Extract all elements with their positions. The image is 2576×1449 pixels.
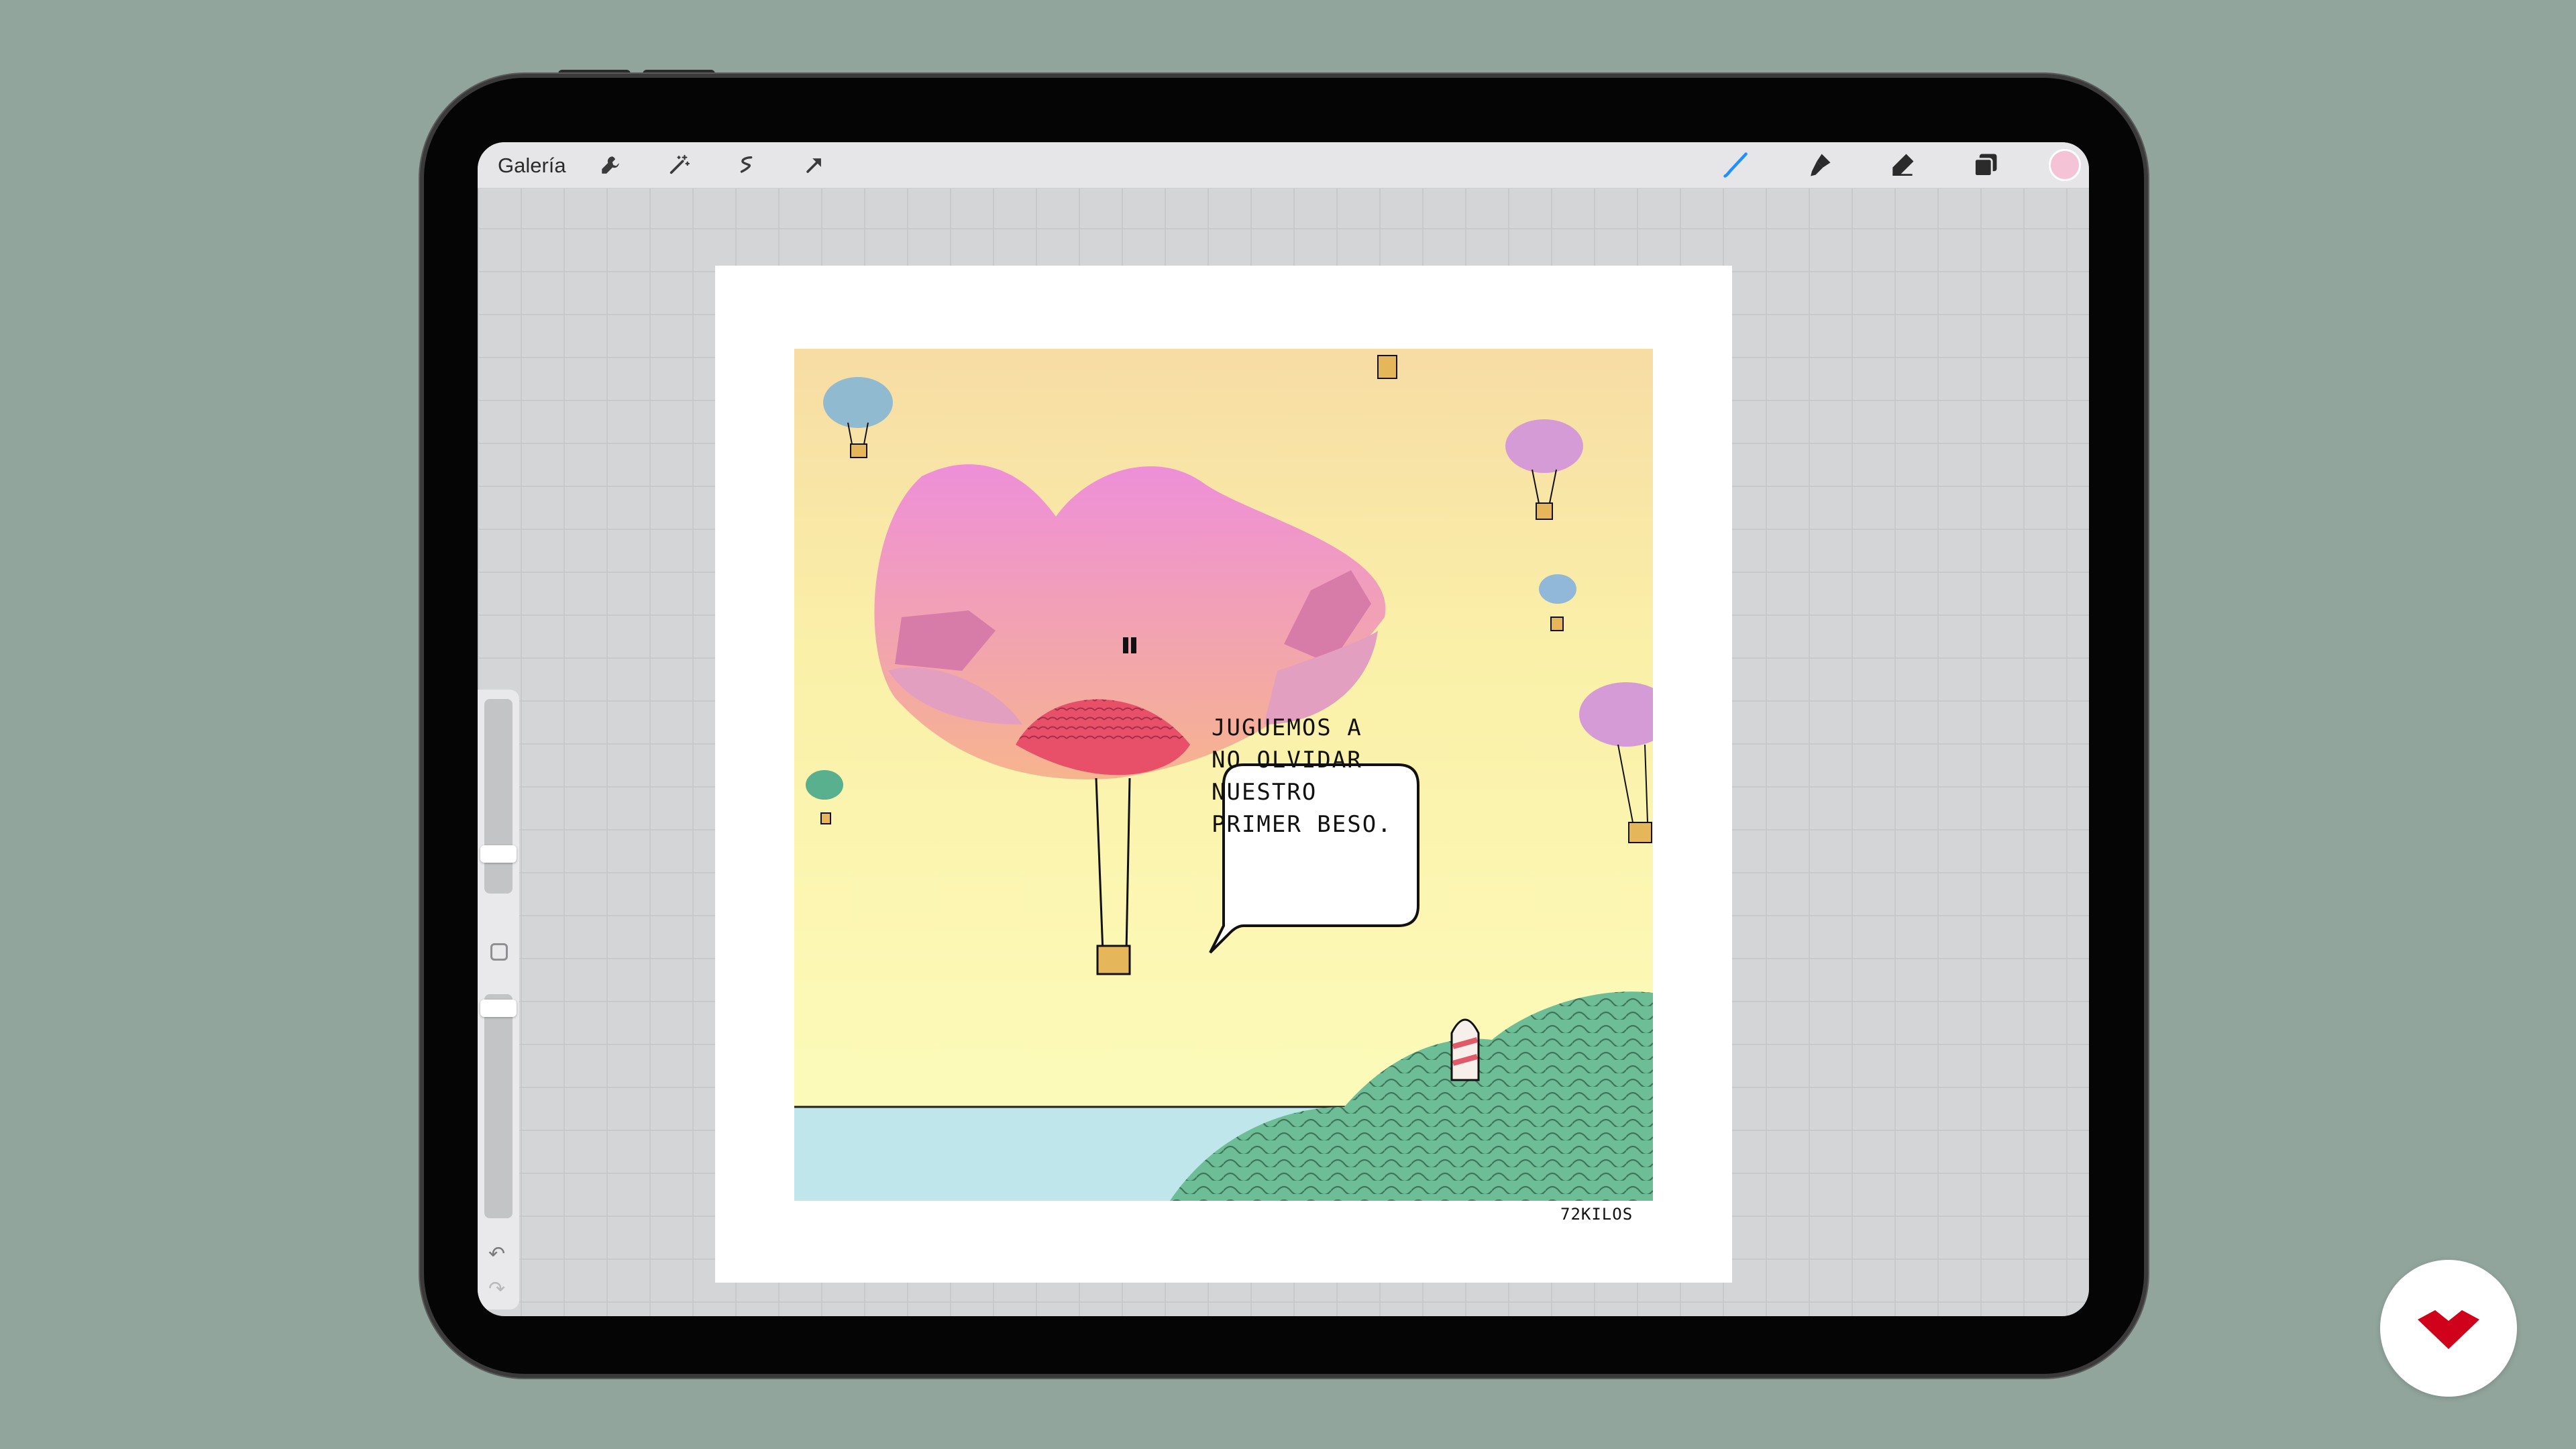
artist-signature: 72KILOS xyxy=(1560,1205,1633,1224)
speech-line: NUESTRO xyxy=(1212,779,1318,806)
procreate-screen: Galería ↶ ↷ JUGUEMOS A NO OLVIDAR NUESTR… xyxy=(478,142,2089,1316)
sidebar-sliders: ↶ ↷ xyxy=(478,690,519,1309)
volume-up-button xyxy=(558,70,631,78)
canvas[interactable]: JUGUEMOS A NO OLVIDAR NUESTRO PRIMER BES… xyxy=(715,266,1732,1283)
opacity-slider[interactable] xyxy=(484,994,513,1218)
eraser-icon[interactable] xyxy=(1885,148,1920,182)
layers-icon[interactable] xyxy=(1968,148,2003,182)
brush-size-slider[interactable] xyxy=(484,699,513,894)
redo-icon[interactable]: ↷ xyxy=(488,1277,505,1301)
gallery-button[interactable]: Galería xyxy=(498,154,566,178)
speech-line: PRIMER BESO. xyxy=(1212,811,1393,838)
brush-icon[interactable] xyxy=(1719,148,1754,182)
opacity-thumb[interactable] xyxy=(480,1000,517,1017)
wrench-icon[interactable] xyxy=(593,148,628,182)
top-toolbar: Galería xyxy=(478,142,2089,189)
selection-icon[interactable] xyxy=(730,148,765,182)
speech-line: NO OLVIDAR xyxy=(1212,747,1362,773)
speech-bubble-text: JUGUEMOS A NO OLVIDAR NUESTRO PRIMER BES… xyxy=(1212,712,1413,841)
smudge-icon[interactable] xyxy=(1802,148,1837,182)
transform-arrow-icon[interactable] xyxy=(797,148,832,182)
modify-button[interactable] xyxy=(490,943,508,961)
undo-icon[interactable]: ↶ xyxy=(488,1242,505,1266)
brush-size-thumb[interactable] xyxy=(480,845,517,863)
volume-down-button xyxy=(643,70,715,78)
magic-wand-icon[interactable] xyxy=(661,148,696,182)
domestika-logo-icon xyxy=(2380,1260,2517,1397)
color-picker-button[interactable] xyxy=(2049,149,2081,181)
speech-line: JUGUEMOS A xyxy=(1212,714,1362,741)
